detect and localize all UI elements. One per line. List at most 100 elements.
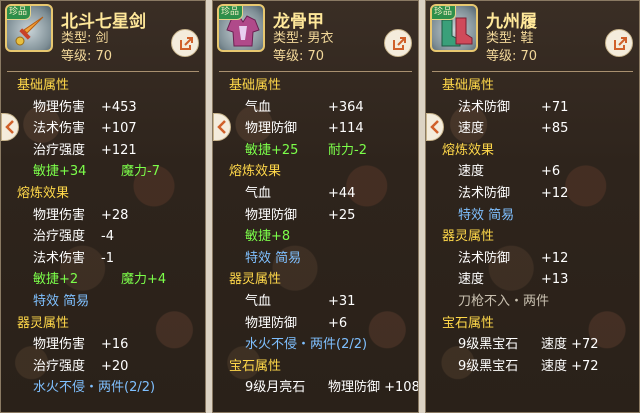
attribute-label: 法术防御 [458,250,511,266]
attribute-value: 速度 +72 [541,337,599,353]
boots-icon: 珍品 [430,4,478,52]
bonus-row: 敏捷+34 魔力-7 [1,161,205,183]
share-icon [393,37,406,50]
attribute-row: 速度 +6 [426,161,639,183]
attribute-label: 速度 [458,121,485,137]
attribute-value: +85 [541,121,569,137]
share-button[interactable] [605,29,633,57]
section-title: 基础属性 [17,78,70,93]
attribute-label: 速度 [458,272,485,288]
attribute-value: +20 [101,358,129,374]
effect-row: 水火不侵・两件(2/2) [245,337,368,353]
share-button[interactable] [171,29,199,57]
attribute-row: 物理伤害 +28 [1,205,205,227]
attribute-row: 速度 +85 [426,118,639,140]
chevron-left-icon [217,120,226,134]
share-icon [180,37,193,50]
bonus-a: 敏捷+25 [245,142,299,158]
attribute-value: -1 [101,250,114,266]
bonus-a: 敏捷+2 [33,272,79,288]
attribute-value: +121 [101,142,137,158]
attribute-value: 物理防御 +108 [328,380,419,396]
attribute-label: 法术伤害 [33,121,86,137]
sword-icon: 珍品 [5,4,53,52]
attribute-label: 9级月亮石 [245,380,306,396]
attribute-label: 治疗强度 [33,358,86,374]
attribute-label: 物理防御 [245,315,298,331]
attribute-label: 物理防御 [245,207,298,223]
attribute-row: 法术防御 +71 [426,97,639,119]
gem-row: 9级黑宝石 速度 +72 [426,334,639,356]
attribute-row: 物理伤害 +16 [1,334,205,356]
effect-row: 特效 简易 [245,250,302,266]
attribute-value: +364 [328,99,364,115]
bonus-b: 耐力-2 [328,142,367,158]
attribute-value: +6 [541,164,561,180]
attribute-label: 物理伤害 [33,99,86,115]
section-title: 器灵属性 [442,229,495,245]
attribute-row: 治疗强度 +121 [1,140,205,162]
item-header: 珍品 九州履 类型: 鞋等级: 70 [426,1,639,73]
section-title: 器灵属性 [229,272,282,288]
attribute-row: 气血 +364 [213,97,418,119]
attribute-row: 治疗强度 +20 [1,356,205,378]
section-title: 宝石属性 [442,315,495,331]
attribute-value: +28 [101,207,129,223]
effect-row: 特效 简易 [33,293,90,309]
attribute-list: 基础属性物理伤害 +453 法术伤害 +107 治疗强度 +121 敏捷+34 魔力-7 熔炼效… [1,75,205,399]
attribute-value: +44 [328,185,356,201]
bonus-b: 魔力-7 [121,164,160,180]
share-icon [614,37,627,50]
attribute-row: 物理防御 +114 [213,118,418,140]
attribute-value: +453 [101,99,137,115]
bonus-row: 敏捷+25 耐力-2 [213,140,418,162]
bonus-a: 敏捷+8 [245,229,291,245]
attribute-value: +107 [101,121,137,137]
attribute-label: 法术防御 [458,99,511,115]
section-title: 熔炼效果 [17,185,70,201]
attribute-row: 物理防御 +6 [213,313,418,335]
section-title: 熔炼效果 [442,142,495,158]
attribute-value: +31 [328,293,356,309]
attribute-row: 法术防御 +12 [426,248,639,270]
attribute-label: 物理防御 [245,121,298,137]
attribute-label: 治疗强度 [33,142,86,158]
rarity-badge: 珍品 [432,6,456,20]
gem-row: 9级月亮石 物理防御 +108 [213,377,418,399]
attribute-row: 速度 +13 [426,269,639,291]
item-tooltip-panel: 珍品 九州履 类型: 鞋等级: 70 基础属性 法术防御 +71 速度 +85 熔炼效果 速度 +6… [425,0,640,413]
rarity-badge: 珍品 [7,6,31,20]
item-level: 等级: 70 [273,49,325,64]
attribute-value: 速度 +72 [541,358,599,374]
attribute-label: 9级黑宝石 [458,337,519,353]
attribute-row: 物理防御 +25 [213,205,418,227]
attribute-label: 9级黑宝石 [458,358,519,374]
bonus-row: 敏捷+8 [213,226,418,248]
attribute-label: 物理伤害 [33,337,86,353]
section-title: 基础属性 [229,78,282,93]
gem-row: 9级黑宝石 速度 +72 [426,356,639,378]
attribute-row: 法术防御 +12 [426,183,639,205]
armor-icon: 珍品 [217,4,265,52]
bonus-a: 敏捷+34 [33,164,87,180]
item-level: 等级: 70 [486,49,538,64]
header-divider [432,71,633,72]
attribute-row: 治疗强度 -4 [1,226,205,248]
attribute-row: 法术伤害 -1 [1,248,205,270]
attribute-value: +12 [541,250,569,266]
share-button[interactable] [384,29,412,57]
chevron-left-icon [430,120,439,134]
attribute-row: 法术伤害 +107 [1,118,205,140]
attribute-list: 基础属性 气血 +364 物理防御 +114 敏捷+25 耐力-2 熔炼效果 气血 +44 物理防御… [213,75,418,399]
item-level: 等级: 70 [61,49,113,64]
item-header: 珍品 龙骨甲 类型: 男衣 等级: 70 [213,1,418,73]
attribute-label: 物理伤害 [33,207,86,223]
attribute-row: 气血 +44 [213,183,418,205]
header-divider [219,71,412,72]
attribute-label: 治疗强度 [33,229,86,245]
attribute-label: 法术防御 [458,185,511,201]
rarity-badge: 珍品 [219,6,243,20]
attribute-label: 气血 [245,185,272,201]
attribute-value: +71 [541,99,569,115]
bonus-row: 敏捷+2 魔力+4 [1,269,205,291]
